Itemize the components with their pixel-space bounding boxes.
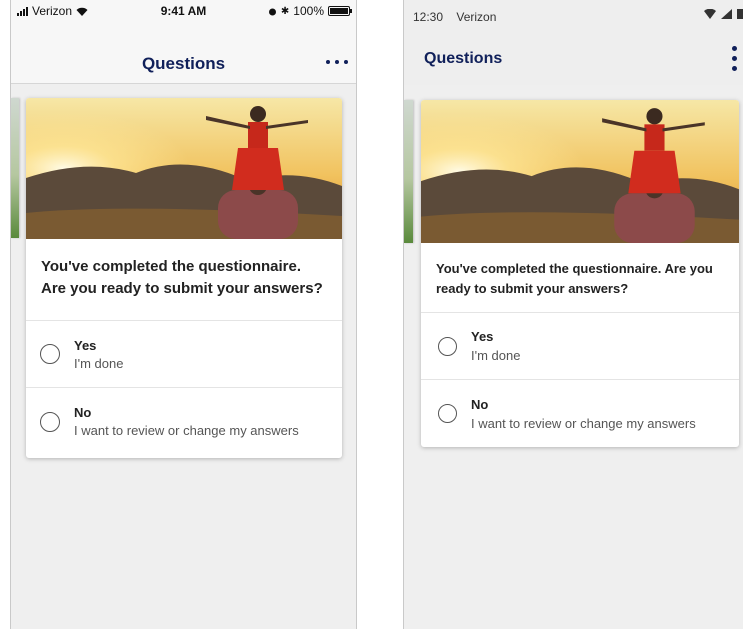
radio-button-no[interactable]: [438, 404, 457, 423]
ios-status-bar: Verizon 9:41 AM ✱ 100%: [11, 0, 356, 22]
battery-percent: 100%: [293, 4, 324, 18]
option-subtitle: I want to review or change my answers: [74, 423, 299, 438]
battery-icon: [737, 9, 743, 19]
option-title: Yes: [471, 329, 494, 344]
alarm-icon: [268, 8, 276, 15]
option-no[interactable]: No I want to review or change my answers: [421, 380, 739, 447]
navigation-bar: Questions: [11, 22, 356, 84]
option-title: No: [471, 396, 489, 412]
carrier-label: Verizon: [456, 10, 497, 24]
status-time: 12:30: [413, 10, 444, 24]
option-yes[interactable]: Yes I'm done: [421, 313, 739, 380]
option-subtitle: I'm done: [471, 348, 521, 363]
android-status-bar: 12:30 Verizon: [404, 0, 743, 30]
previous-card-peek[interactable]: [404, 100, 413, 243]
sunset-photo: [26, 98, 342, 239]
ios-screen: Verizon 9:41 AM ✱ 100% Questions You've …: [10, 0, 357, 629]
signal-icon: [721, 8, 732, 19]
question-text: You've completed the questionnaire. Are …: [421, 243, 739, 313]
wifi-icon: [704, 8, 716, 19]
toolbar: Questions: [404, 30, 743, 85]
option-subtitle: I'm done: [74, 355, 124, 371]
option-no[interactable]: No I want to review or change my answers: [26, 388, 342, 455]
page-title: Questions: [424, 50, 503, 67]
option-yes[interactable]: Yes I'm done: [26, 321, 342, 388]
radio-button-no[interactable]: [40, 411, 60, 432]
option-title: Yes: [74, 337, 97, 353]
more-vertical-icon[interactable]: [732, 46, 737, 71]
option-subtitle: I want to review or change my answers: [471, 415, 696, 431]
radio-button-yes[interactable]: [438, 336, 457, 356]
card-image: [26, 98, 342, 239]
page-title: Questions: [141, 54, 226, 73]
submit-card: You've completed the questionnaire. Are …: [421, 100, 739, 447]
previous-card-peek[interactable]: [11, 98, 19, 238]
question-text: You've completed the questionnaire. Are …: [26, 239, 342, 321]
android-screen: 12:30 Verizon Questions You've completed…: [403, 0, 743, 629]
radio-button-yes[interactable]: [40, 344, 60, 364]
bluetooth-icon: ✱: [280, 5, 290, 17]
card-image: [421, 100, 739, 243]
submit-card: You've completed the questionnaire. Are …: [26, 98, 342, 458]
previous-card-image: [11, 98, 19, 238]
option-title: No: [74, 405, 92, 420]
battery-icon: [328, 6, 352, 16]
previous-card-image: [404, 100, 413, 243]
more-horizontal-icon[interactable]: [326, 60, 348, 64]
sunset-photo: [421, 100, 739, 243]
